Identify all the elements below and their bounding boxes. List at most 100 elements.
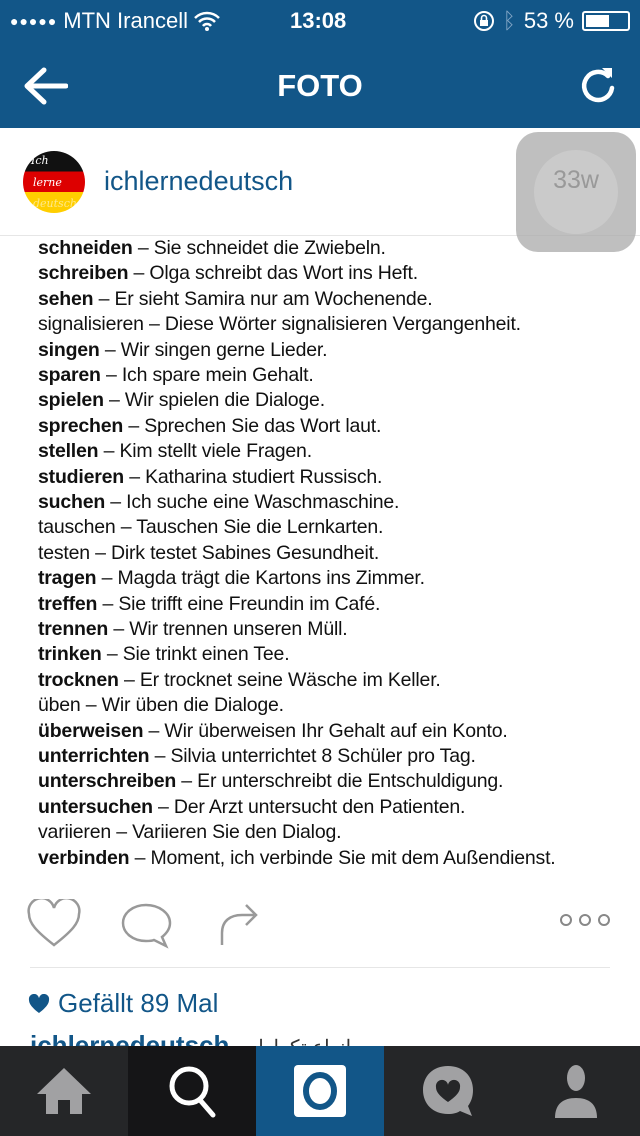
tab-home[interactable] xyxy=(0,1046,128,1136)
verb: variieren xyxy=(38,821,111,844)
example-sentence: – Tauschen Sie die Lernkarten. xyxy=(115,516,384,539)
home-icon xyxy=(37,1068,91,1114)
example-sentence: – Wir üben die Dialoge. xyxy=(80,694,284,717)
example-sentence: – Moment, ich verbinde Sie mit dem Außen… xyxy=(129,846,556,869)
example-sentence: – Wir singen gerne Lieder. xyxy=(99,338,328,361)
wifi-icon xyxy=(194,11,220,31)
verb: stellen xyxy=(38,440,99,463)
signal-icon: ●●●●● xyxy=(10,13,58,29)
likes-count[interactable]: Gefällt 89 Mal xyxy=(28,988,218,1019)
example-sentence: – Er trocknet seine Wäsche im Keller. xyxy=(118,668,441,691)
verb: testen xyxy=(38,541,90,564)
heart-icon xyxy=(28,993,50,1013)
photo-text-line: sehen – Er sieht Samira nur am Wochenend… xyxy=(38,287,433,311)
refresh-icon[interactable] xyxy=(578,64,618,106)
photo-text-line: testen – Dirk testet Sabines Gesundheit. xyxy=(38,542,379,565)
photo-text-line: suchen – Ich suche eine Waschmaschine. xyxy=(38,491,399,514)
photo-text-line: studieren – Katharina studiert Russisch. xyxy=(38,466,382,489)
photo-text-line: verbinden – Moment, ich verbinde Sie mit… xyxy=(38,847,556,870)
photo-text-line: stellen – Kim stellt viele Fragen. xyxy=(38,440,312,463)
clock: 13:08 xyxy=(290,8,347,33)
tab-search[interactable] xyxy=(128,1046,256,1136)
verb: verbinden xyxy=(38,846,130,869)
photo-text-line: schneiden – Sie schneidet die Zwiebeln. xyxy=(38,237,386,260)
search-icon xyxy=(169,1066,216,1118)
example-sentence: – Variieren Sie den Dialog. xyxy=(110,821,342,844)
profile-icon xyxy=(555,1065,597,1118)
camera-icon xyxy=(294,1065,346,1117)
verb: treffen xyxy=(38,592,98,615)
photo-text-line: sprechen – Sprechen Sie das Wort laut. xyxy=(38,415,381,438)
verb: untersuchen xyxy=(38,795,153,818)
photo-text-line: unterrichten – Silvia unterrichtet 8 Sch… xyxy=(38,745,476,768)
photo-text-line: üben – Wir üben die Dialoge. xyxy=(38,694,284,717)
username-link[interactable]: ichlernedeutsch xyxy=(104,166,293,197)
photo-text-line: trocknen – Er trocknet seine Wäsche im K… xyxy=(38,669,441,692)
example-sentence: – Wir spielen die Dialoge. xyxy=(103,389,325,412)
photo-text-line: signalisieren – Diese Wörter signalisier… xyxy=(38,313,521,336)
divider xyxy=(30,967,610,968)
example-sentence: – Katharina studiert Russisch. xyxy=(123,465,383,488)
photo-text-line: tragen – Magda trägt die Kartons ins Zim… xyxy=(38,567,425,590)
rotation-lock-icon xyxy=(473,11,494,31)
verb: suchen xyxy=(38,491,106,513)
activity-icon xyxy=(423,1066,473,1116)
verb: unterschreiben xyxy=(38,770,177,793)
verb: studieren xyxy=(38,465,124,488)
top-bar: ●●●●● MTN Irancell 13:08 ᛒ 53 % FOTO xyxy=(0,0,640,128)
verb: signalisieren xyxy=(38,313,144,336)
verb: schneiden xyxy=(38,237,133,259)
timestamp-overlay: 33w xyxy=(516,132,636,252)
example-sentence: – Sie trinkt einen Tee. xyxy=(101,643,290,666)
tab-profile[interactable] xyxy=(512,1046,640,1136)
photo-text-line: überweisen – Wir überweisen Ihr Gehalt a… xyxy=(38,720,508,743)
photo-text-line: treffen – Sie trifft eine Freundin im Ca… xyxy=(38,593,380,616)
photo-text-line: singen – Wir singen gerne Lieder. xyxy=(38,338,328,362)
verb: schreiben xyxy=(38,262,129,285)
verb: trinken xyxy=(38,643,102,666)
example-sentence: – Er sieht Samira nur am Wochenende. xyxy=(93,287,433,310)
nav-bar: FOTO xyxy=(0,52,640,118)
example-sentence: – Dirk testet Sabines Gesundheit. xyxy=(89,541,380,564)
tab-bar xyxy=(0,1046,640,1136)
example-sentence: – Er unterschreibt die Entschuldigung. xyxy=(176,770,504,793)
verb: spielen xyxy=(38,389,104,412)
photo-text-line: trennen – Wir trennen unseren Müll. xyxy=(38,618,348,641)
photo-text-line: untersuchen – Der Arzt untersucht den Pa… xyxy=(38,796,465,819)
example-sentence: – Silvia unterrichtet 8 Schüler pro Tag. xyxy=(149,745,476,767)
like-heart-icon[interactable] xyxy=(26,899,82,949)
example-sentence: – Der Arzt untersucht den Patienten. xyxy=(152,795,466,818)
example-sentence: – Sie schneidet die Zwiebeln. xyxy=(132,237,386,259)
verb: überweisen xyxy=(38,719,144,742)
example-sentence: – Sie trifft eine Freundin im Café. xyxy=(97,592,381,615)
page-title: FOTO xyxy=(277,68,363,103)
verb: sehen xyxy=(38,287,94,310)
avatar[interactable]: Ich lerne deutsch xyxy=(23,151,85,213)
photo-text-line: unterschreiben – Er unterschreibt die En… xyxy=(38,770,503,793)
photo-text-line: sparen – Ich spare mein Gehalt. xyxy=(38,364,314,387)
more-options-icon[interactable] xyxy=(558,913,612,927)
verb: üben xyxy=(38,694,81,717)
battery-icon xyxy=(582,11,630,31)
verb: singen xyxy=(38,338,100,361)
example-sentence: – Wir trennen unseren Müll. xyxy=(108,618,348,640)
example-sentence: – Ich suche eine Waschmaschine. xyxy=(105,491,400,513)
verb: tragen xyxy=(38,567,97,590)
post-photo[interactable]: schneiden – Sie schneidet die Zwiebeln. s… xyxy=(0,237,640,877)
carrier: ●●●●● MTN Irancell xyxy=(10,8,220,34)
bluetooth-icon: ᛒ xyxy=(502,8,516,33)
example-sentence: – Wir überweisen Ihr Gehalt auf ein Kont… xyxy=(143,719,508,742)
example-sentence: – Diese Wörter signalisieren Vergangenhe… xyxy=(143,313,521,336)
example-sentence: – Sprechen Sie das Wort laut. xyxy=(123,414,382,437)
tab-camera[interactable] xyxy=(256,1046,384,1136)
verb: trennen xyxy=(38,618,109,640)
share-icon[interactable] xyxy=(216,899,262,949)
photo-text-line: trinken – Sie trinkt einen Tee. xyxy=(38,643,290,666)
comment-icon[interactable] xyxy=(120,901,172,951)
example-sentence: – Kim stellt viele Fragen. xyxy=(98,440,313,463)
tab-activity[interactable] xyxy=(384,1046,512,1136)
photo-text-line: schreiben – Olga schreibt das Wort ins H… xyxy=(38,262,418,285)
example-sentence: – Magda trägt die Kartons ins Zimmer. xyxy=(96,567,425,590)
verb: tauschen xyxy=(38,516,116,539)
status-bar: ●●●●● MTN Irancell 13:08 ᛒ 53 % xyxy=(10,6,630,36)
